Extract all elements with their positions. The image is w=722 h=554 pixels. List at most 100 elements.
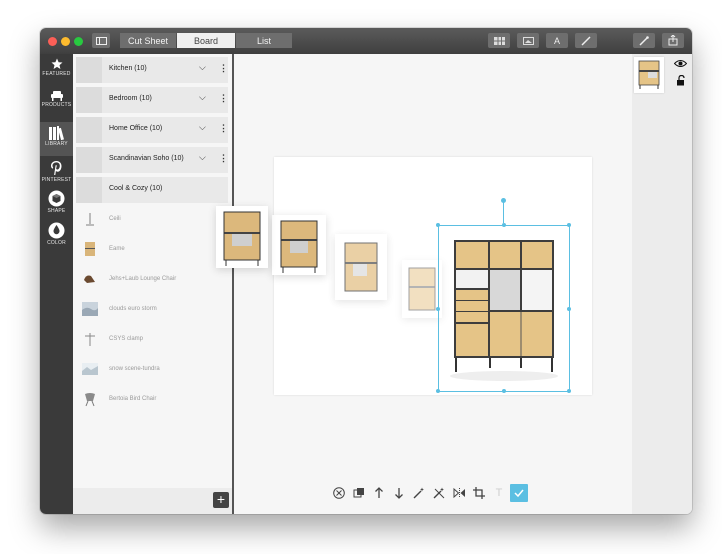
collection-row[interactable]: Bedroom (10) ⌵ ⋮: [76, 87, 228, 113]
collection-row[interactable]: Home Office (10) ⌵ ⋮: [76, 117, 228, 143]
collection-label: Home Office (10): [109, 125, 163, 132]
tab-cut-sheet[interactable]: Cut Sheet: [120, 33, 176, 48]
resize-handle[interactable]: [436, 307, 440, 311]
list-item[interactable]: CSYS clamp: [76, 327, 228, 353]
more-menu-icon[interactable]: ⋮: [219, 63, 228, 74]
resize-handle[interactable]: [436, 389, 440, 393]
rail-item-color[interactable]: COLOR: [40, 222, 73, 252]
sidebar-toggle-icon: [95, 36, 107, 45]
sidebar-toggle-button[interactable]: [92, 33, 110, 48]
confirm-button[interactable]: [510, 484, 528, 502]
lock-open-icon[interactable]: [676, 75, 686, 86]
rail-item-shape[interactable]: SHAPE: [40, 190, 73, 220]
list-item[interactable]: Eame: [76, 237, 228, 263]
zoom-window-button[interactable]: [74, 37, 83, 46]
drag-ghost-image: [272, 215, 326, 275]
chevron-down-icon[interactable]: ⌵: [199, 152, 206, 163]
tab-list[interactable]: List: [236, 33, 292, 48]
chevron-down-icon[interactable]: ⌵: [199, 92, 206, 103]
grid-view-button[interactable]: [488, 33, 510, 48]
send-backward-button[interactable]: [390, 484, 408, 502]
object-toolbar: T: [330, 482, 536, 504]
collection-label: Cool & Cozy (10): [109, 185, 163, 192]
text-a-icon: A: [553, 35, 560, 46]
layers-panel: [632, 54, 692, 514]
list-item[interactable]: snow scene-tundra: [76, 357, 228, 383]
resize-handle[interactable]: [502, 223, 506, 227]
magic-wand-off-icon: [433, 487, 445, 499]
sidebar-rail: FEATURED PRODUCTS LIBRARY PINTEREST SHAP…: [40, 54, 73, 514]
flip-icon: [453, 487, 465, 499]
visibility-eye-icon[interactable]: [674, 59, 687, 68]
magic-wand-off-button[interactable]: [430, 484, 448, 502]
list-item[interactable]: Ceili: [76, 207, 228, 233]
rail-label-library: LIBRARY: [45, 141, 68, 147]
library-footer: +: [73, 488, 232, 514]
text-button[interactable]: T: [490, 484, 508, 502]
rail-label-shape: SHAPE: [47, 208, 66, 214]
remove-button[interactable]: [330, 484, 348, 502]
minimize-window-button[interactable]: [61, 37, 70, 46]
drag-ghost-image: [216, 206, 268, 268]
chevron-down-icon[interactable]: ⌵: [199, 62, 206, 73]
image-button[interactable]: [517, 33, 539, 48]
resize-handle[interactable]: [567, 223, 571, 227]
resize-handle[interactable]: [502, 389, 506, 393]
flip-button[interactable]: [450, 484, 468, 502]
more-menu-icon[interactable]: ⋮: [219, 153, 228, 164]
rotate-handle-line: [503, 201, 504, 223]
rail-item-featured[interactable]: FEATURED: [40, 58, 73, 86]
eyedropper-button[interactable]: [633, 33, 655, 48]
title-bar: Cut Sheet Board List A: [40, 28, 692, 54]
close-window-button[interactable]: [48, 37, 57, 46]
confirm-check-icon: [514, 489, 524, 498]
pinterest-icon: [51, 161, 62, 175]
share-button[interactable]: [662, 33, 684, 48]
rail-item-pinterest[interactable]: PINTEREST: [40, 160, 73, 188]
magic-wand-button[interactable]: [410, 484, 428, 502]
more-menu-icon[interactable]: ⋮: [219, 123, 228, 134]
lounge-chair-thumbnail: [84, 275, 95, 283]
more-menu-icon[interactable]: ⋮: [219, 93, 228, 104]
grid-icon: [493, 36, 505, 45]
close-circle-icon: [333, 487, 345, 499]
collection-label: Kitchen (10): [109, 65, 147, 72]
list-item[interactable]: Jehs+Laub Lounge Chair: [76, 267, 228, 293]
resize-handle[interactable]: [567, 389, 571, 393]
clamp-lamp-thumbnail: [85, 333, 95, 346]
chevron-down-icon[interactable]: ⌵: [199, 122, 206, 133]
rotate-handle[interactable]: [501, 198, 506, 203]
pen-tool-button[interactable]: [575, 33, 597, 48]
crop-button[interactable]: [470, 484, 488, 502]
collection-row[interactable]: Kitchen (10) ⌵ ⋮: [76, 57, 228, 83]
send-backward-icon: [395, 488, 403, 499]
board-canvas[interactable]: T: [216, 54, 632, 514]
collection-row[interactable]: Cool & Cozy (10): [76, 177, 228, 203]
collection-thumb-icon: [76, 147, 102, 173]
list-item[interactable]: clouds euro storm: [76, 297, 228, 323]
layer-thumbnail[interactable]: [634, 57, 664, 93]
add-item-button[interactable]: +: [213, 492, 229, 508]
rail-item-products[interactable]: PRODUCTS: [40, 90, 73, 118]
armchair-icon: [50, 91, 63, 101]
rail-item-library[interactable]: LIBRARY: [40, 122, 73, 156]
share-icon: [668, 35, 678, 46]
drag-ghost-image: [335, 234, 387, 300]
list-item-label: Bertoia Bird Chair: [109, 396, 157, 402]
resize-handle[interactable]: [567, 307, 571, 311]
duplicate-icon: [353, 488, 364, 498]
bird-chair-thumbnail: [85, 393, 95, 407]
resize-handle[interactable]: [436, 223, 440, 227]
selection-box[interactable]: [436, 198, 571, 393]
tab-board[interactable]: Board: [177, 33, 235, 48]
bring-forward-button[interactable]: [370, 484, 388, 502]
text-tool-button[interactable]: A: [546, 33, 568, 48]
list-item-label: Ceili: [109, 216, 121, 222]
list-item[interactable]: Bertoia Bird Chair: [76, 387, 228, 413]
duplicate-button[interactable]: [350, 484, 368, 502]
snow-scene-thumbnail: [82, 363, 98, 375]
collection-thumb-icon: [76, 57, 102, 83]
droplet-icon: [48, 222, 65, 239]
bring-forward-icon: [375, 487, 383, 498]
collection-row[interactable]: Scandinavian Soho (10) ⌵ ⋮: [76, 147, 228, 173]
